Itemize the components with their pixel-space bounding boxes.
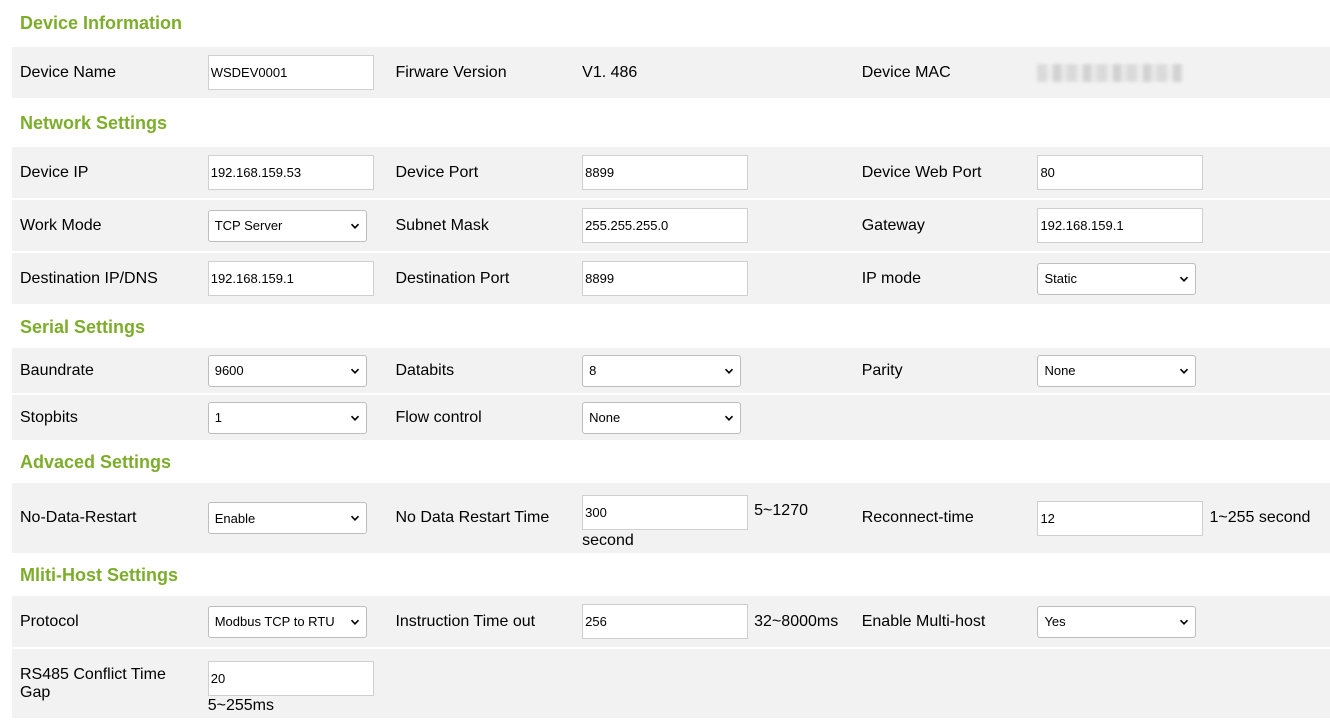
empty-cell [1029, 395, 1330, 440]
enable-multi-host-selected-value: Yes [1044, 614, 1066, 629]
protocol-select[interactable]: Modbus TCP to RTU [207, 605, 367, 638]
flow-control-select[interactable]: None [582, 401, 742, 434]
databits-label: Databits [387, 348, 573, 393]
flow-control-label: Flow control [387, 395, 573, 440]
chevron-down-icon [725, 415, 734, 421]
device-mac-value-redacted [1037, 63, 1184, 82]
instruction-timeout-range: 32~8000ms [754, 612, 839, 630]
work-mode-label: Work Mode [12, 200, 198, 251]
device-ip-label: Device IP [12, 147, 198, 198]
section-title-device-information: Device Information [20, 13, 183, 33]
serial-row-1: Baundrate 9600 Databits 8 Parity None [12, 348, 1330, 393]
instruction-timeout-label: Instruction Time out [387, 596, 573, 647]
settings-form: Device Information Device Name Firware V… [12, 0, 1330, 720]
chevron-down-icon [350, 515, 359, 521]
device-port-input[interactable] [582, 155, 749, 190]
gateway-label: Gateway [853, 200, 1028, 251]
rs485-conflict-time-gap-range: 5~255ms [207, 696, 274, 714]
no-data-restart-label: No-Data-Restart [12, 483, 198, 553]
no-data-restart-selected-value: Enable [214, 510, 256, 526]
work-mode-select[interactable]: TCP Server [207, 209, 367, 242]
stopbits-label: Stopbits [12, 395, 198, 440]
section-title-multi-host-settings: Mliti-Host Settings [20, 565, 178, 585]
rs485-conflict-time-gap-input[interactable] [207, 660, 374, 696]
baudrate-select[interactable]: 9600 [207, 354, 367, 387]
reconnect-time-label: Reconnect-time [853, 483, 1028, 553]
parity-select[interactable]: None [1037, 354, 1197, 387]
empty-cell [853, 649, 1028, 718]
chevron-down-icon [725, 368, 734, 374]
stopbits-selected-value: 1 [214, 410, 222, 425]
reconnect-time-range: 1~255 second [1209, 509, 1311, 526]
no-data-restart-time-unit: second [582, 531, 634, 549]
device-name-label: Device Name [12, 47, 198, 98]
reconnect-time-input[interactable] [1037, 500, 1204, 536]
rs485-conflict-time-gap-label: RS485 Conflict Time Gap [12, 649, 198, 718]
no-data-restart-select[interactable]: Enable [207, 502, 367, 534]
no-data-restart-time-input[interactable] [582, 494, 749, 530]
firmware-version-value: V1. 486 [574, 47, 852, 98]
section-title-serial-settings: Serial Settings [20, 317, 146, 337]
enable-multi-host-select[interactable]: Yes [1037, 605, 1197, 638]
ip-mode-select[interactable]: Static [1037, 262, 1197, 295]
destination-port-label: Destination Port [387, 253, 573, 304]
gateway-input[interactable] [1037, 208, 1204, 243]
device-web-port-label: Device Web Port [853, 147, 1028, 198]
device-web-port-input[interactable] [1037, 155, 1204, 190]
network-row-1: Device IP Device Port Device Web Port [12, 147, 1330, 198]
chevron-down-icon [350, 415, 359, 421]
chevron-down-icon [1180, 368, 1189, 374]
parity-label: Parity [853, 348, 1028, 393]
device-row: Device Name Firware Version V1. 486 Devi… [12, 47, 1330, 98]
enable-multi-host-label: Enable Multi-host [853, 596, 1028, 647]
serial-row-2: Stopbits 1 Flow control None [12, 395, 1330, 440]
destination-port-input[interactable] [582, 261, 749, 296]
advanced-row: No-Data-Restart Enable No Data Restart T… [12, 483, 1330, 553]
chevron-down-icon [350, 619, 359, 625]
empty-cell [387, 649, 573, 718]
no-data-restart-time-range: 5~1270 [754, 501, 808, 519]
ip-mode-label: IP mode [853, 253, 1028, 304]
parity-selected-value: None [1044, 363, 1076, 378]
databits-selected-value: 8 [589, 363, 597, 378]
subnet-mask-label: Subnet Mask [387, 200, 573, 251]
work-mode-selected-value: TCP Server [214, 218, 283, 233]
device-name-input[interactable] [207, 55, 374, 90]
subnet-mask-input[interactable] [582, 208, 749, 243]
chevron-down-icon [1180, 276, 1189, 282]
destination-ip-input[interactable] [207, 261, 374, 296]
network-row-2: Work Mode TCP Server Subnet Mask Gateway [12, 200, 1330, 251]
device-port-label: Device Port [387, 147, 573, 198]
no-data-restart-time-label: No Data Restart Time [387, 483, 573, 553]
databits-select[interactable]: 8 [582, 354, 742, 387]
empty-cell [1029, 649, 1330, 718]
baudrate-selected-value: 9600 [214, 363, 244, 378]
chevron-down-icon [350, 223, 359, 229]
stopbits-select[interactable]: 1 [207, 401, 367, 434]
chevron-down-icon [1180, 619, 1189, 625]
device-ip-input[interactable] [207, 155, 374, 190]
multihost-row-1: Protocol Modbus TCP to RTU Instruction T… [12, 596, 1330, 647]
flow-control-selected-value: None [589, 410, 621, 425]
network-row-3: Destination IP/DNS Destination Port IP m… [12, 253, 1330, 304]
section-title-network-settings: Network Settings [20, 113, 168, 133]
firmware-version-label: Firware Version [387, 47, 573, 98]
protocol-selected-value: Modbus TCP to RTU [214, 614, 335, 629]
ip-mode-selected-value: Static [1044, 271, 1077, 286]
empty-cell [574, 649, 852, 718]
destination-ip-label: Destination IP/DNS [12, 253, 198, 304]
protocol-label: Protocol [12, 596, 198, 647]
baudrate-label: Baundrate [12, 348, 198, 393]
empty-cell [853, 395, 1028, 440]
chevron-down-icon [350, 368, 359, 374]
multihost-row-2: RS485 Conflict Time Gap 5~255ms [12, 649, 1330, 718]
section-title-advanced-settings: Advaced Settings [20, 452, 172, 472]
device-mac-label: Device MAC [853, 47, 1028, 98]
instruction-timeout-input[interactable] [582, 604, 749, 639]
